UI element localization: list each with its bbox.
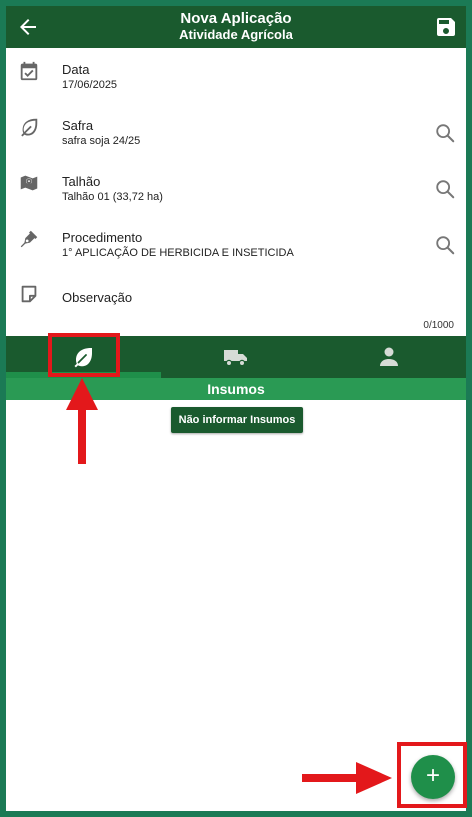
form-row-data[interactable]: Data 17/06/2025	[6, 54, 466, 104]
form-row-safra[interactable]: Safra safra soja 24/25	[6, 110, 466, 160]
data-value: 17/06/2025	[62, 79, 118, 91]
calendar-check-icon	[20, 61, 38, 81]
no-insumos-button[interactable]: Não informar Insumos	[171, 407, 303, 433]
search-icon[interactable]	[434, 178, 456, 200]
search-icon[interactable]	[434, 234, 456, 256]
page-title: Nova Aplicação	[180, 10, 292, 27]
annotation-arrow-up-icon	[66, 378, 98, 464]
app-header: Nova Aplicação Atividade Agrícola	[6, 6, 466, 48]
page-subtitle: Atividade Agrícola	[179, 27, 293, 42]
person-icon	[379, 347, 398, 366]
leaf-icon	[21, 118, 38, 137]
truck-icon	[223, 350, 247, 367]
safra-value: safra soja 24/25	[62, 135, 141, 147]
pen-icon	[20, 230, 38, 248]
safra-label: Safra	[62, 118, 94, 133]
observacao-char-counter: 0/1000	[423, 320, 454, 331]
annotation-highlight-box	[48, 333, 120, 377]
floppy-disk-icon[interactable]	[434, 15, 458, 39]
data-label: Data	[62, 62, 90, 77]
search-icon[interactable]	[434, 122, 456, 144]
annotation-highlight-box	[397, 742, 467, 808]
form-row-procedimento[interactable]: Procedimento 1° APLICAÇÃO DE HERBICIDA E…	[6, 222, 466, 272]
procedimento-value: 1° APLICAÇÃO DE HERBICIDA E INSETICIDA	[62, 247, 294, 259]
tab-person[interactable]	[312, 336, 465, 378]
sticky-note-icon	[21, 285, 37, 303]
form-row-talhao[interactable]: Talhão Talhão 01 (33,72 ha)	[6, 166, 466, 216]
annotation-arrow-right-icon	[302, 762, 392, 794]
form-row-observacao[interactable]: Observação	[6, 278, 466, 318]
talhao-label: Talhão	[62, 174, 101, 189]
tab-transport[interactable]	[159, 336, 312, 378]
map-pin-icon	[20, 175, 38, 191]
procedimento-label: Procedimento	[62, 230, 143, 245]
talhao-value: Talhão 01 (33,72 ha)	[62, 191, 163, 203]
observacao-label: Observação	[62, 290, 133, 305]
